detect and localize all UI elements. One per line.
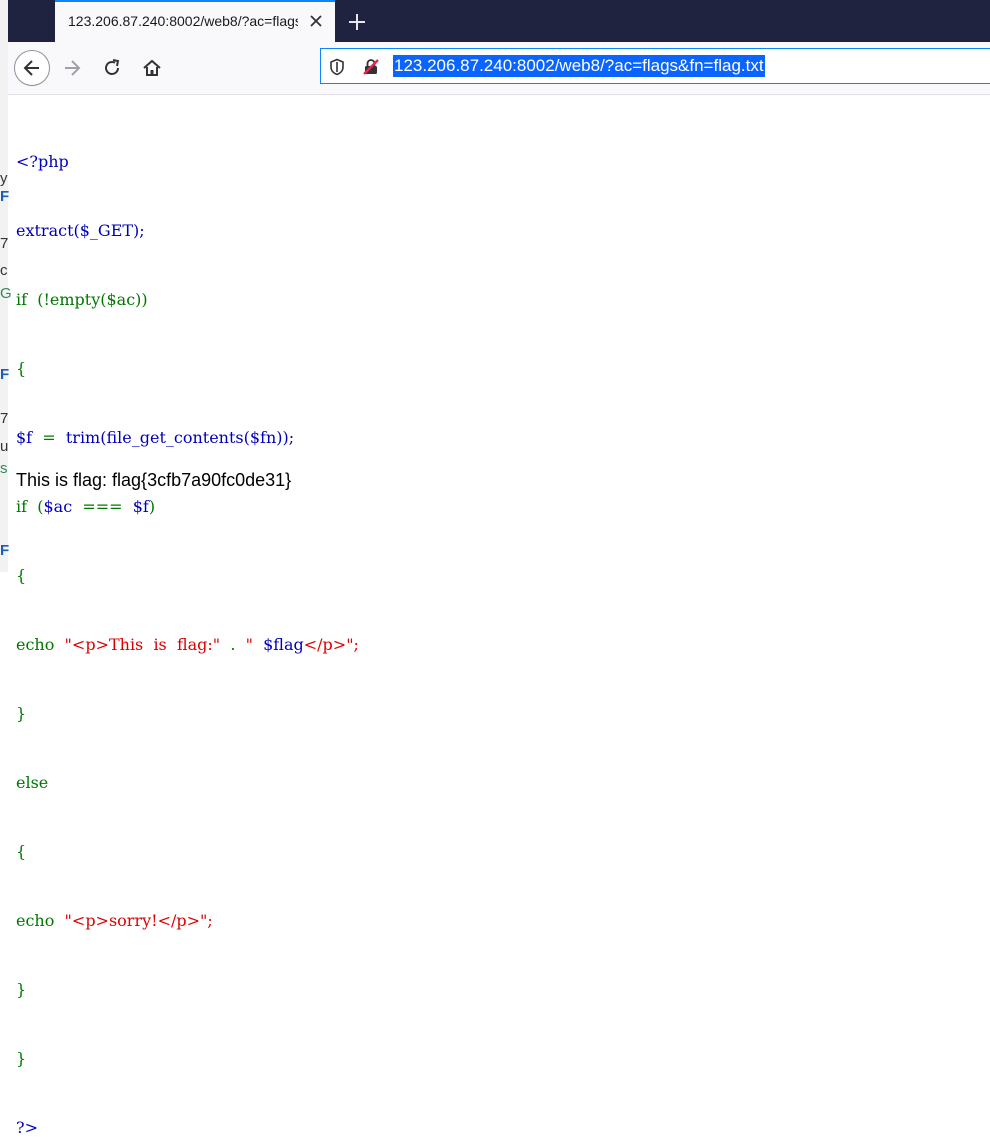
sliver-char: c xyxy=(0,262,8,279)
code-token: ?> xyxy=(16,1118,38,1137)
code-token: if xyxy=(16,497,28,516)
close-icon[interactable] xyxy=(305,10,327,32)
code-line: else xyxy=(16,771,359,794)
sliver-char: F xyxy=(0,366,10,383)
sliver-char: F xyxy=(0,542,10,559)
code-token: } xyxy=(16,980,27,999)
code-token: echo xyxy=(16,911,55,930)
insecure-lock-icon[interactable] xyxy=(361,57,381,77)
tracking-protection-shield-icon[interactable] xyxy=(327,57,347,77)
code-token: $flag xyxy=(252,635,304,654)
sliver-char: 7 xyxy=(0,235,9,252)
sliver-char: y xyxy=(0,170,8,187)
php-source-code: <?php extract($_GET); if (!empty($ac)) {… xyxy=(16,104,359,1144)
code-line: } xyxy=(16,978,359,1001)
tab-active[interactable]: 123.206.87.240:8002/web8/?ac=flags&fn=fl… xyxy=(55,0,335,42)
code-token: "<p>This is flag:" xyxy=(54,635,221,654)
sliver-char: F xyxy=(0,188,10,205)
code-token: } xyxy=(16,1049,27,1068)
code-line: echo "<p>This is flag:" . " $flag</p>"; xyxy=(16,633,359,656)
code-line: extract($_GET); xyxy=(16,219,359,242)
home-button[interactable] xyxy=(134,50,170,86)
code-token: $f xyxy=(132,497,149,516)
code-line: { xyxy=(16,564,359,587)
code-token: . xyxy=(220,635,246,654)
code-line: echo "<p>sorry!</p>"; xyxy=(16,909,359,932)
url-text[interactable]: 123.206.87.240:8002/web8/?ac=flags&fn=fl… xyxy=(393,55,765,77)
code-token: { xyxy=(16,842,27,861)
code-line: { xyxy=(16,357,359,380)
back-arrow-icon xyxy=(23,60,39,76)
sliver-char: 7 xyxy=(0,410,9,427)
code-token: "<p>sorry!</p>"; xyxy=(54,911,213,930)
code-line: if (!empty($ac)) xyxy=(16,288,359,311)
tab-title: 123.206.87.240:8002/web8/?ac=flags&fn=fl… xyxy=(68,13,298,29)
code-token: <?php xyxy=(16,152,69,171)
code-line: { xyxy=(16,840,359,863)
back-button[interactable] xyxy=(14,50,50,86)
code-token: extract($_GET); xyxy=(16,221,145,240)
code-token: echo xyxy=(16,635,55,654)
code-token: (!empty($ac)) xyxy=(27,290,148,309)
address-bar[interactable]: 123.206.87.240:8002/web8/?ac=flags&fn=fl… xyxy=(320,48,990,84)
code-line: $f = trim(file_get_contents($fn)); xyxy=(16,426,359,449)
code-token: $f xyxy=(16,428,33,447)
reload-icon xyxy=(105,59,120,75)
forward-arrow-icon xyxy=(65,60,81,76)
code-line: } xyxy=(16,702,359,725)
flag-output: This is flag: flag{3cfb7a90fc0de31} xyxy=(16,470,292,490)
code-token: trim(file_get_contents($fn)); xyxy=(65,428,295,447)
code-line: ?> xyxy=(16,1116,359,1139)
reload-button[interactable] xyxy=(94,50,130,86)
home-icon xyxy=(143,59,161,76)
code-token: } xyxy=(16,704,27,723)
code-token: { xyxy=(16,566,27,585)
navigation-toolbar: 123.206.87.240:8002/web8/?ac=flags&fn=fl… xyxy=(8,42,990,95)
code-token: else xyxy=(16,773,49,792)
code-token: === xyxy=(72,497,133,516)
code-token: ) xyxy=(148,497,156,516)
code-line: <?php xyxy=(16,150,359,173)
code-line: if ($ac === $f) xyxy=(16,495,359,518)
code-token: " xyxy=(245,635,253,654)
forward-button[interactable] xyxy=(54,50,90,86)
code-token: = xyxy=(32,428,66,447)
new-tab-button[interactable] xyxy=(344,9,370,35)
code-token: $ac xyxy=(43,497,73,516)
code-token: </p>"; xyxy=(303,635,359,654)
code-token: ( xyxy=(27,497,44,516)
sliver-char: G xyxy=(0,285,12,302)
code-line: } xyxy=(16,1047,359,1070)
plus-icon xyxy=(349,14,365,30)
code-token: { xyxy=(16,359,27,378)
code-token: if xyxy=(16,290,28,309)
sliver-char: s xyxy=(0,460,8,477)
background-window-sliver: y F 7 c G F 7 u s F xyxy=(0,0,12,572)
sliver-char: u xyxy=(0,438,9,455)
